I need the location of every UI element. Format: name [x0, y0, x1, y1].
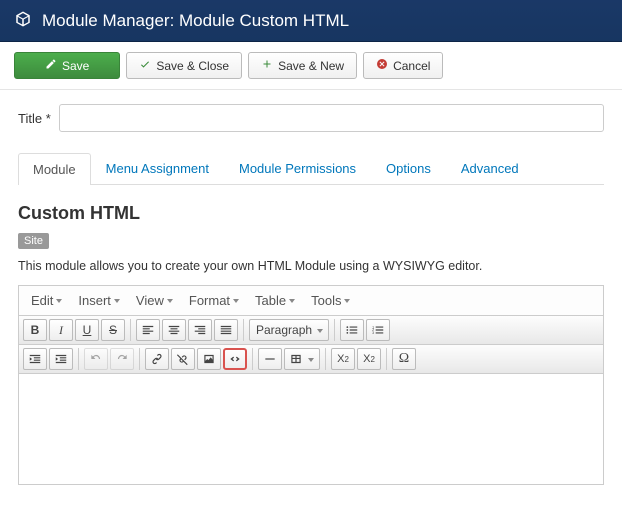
tab-module-permissions[interactable]: Module Permissions: [224, 152, 371, 184]
title-label: Title *: [18, 111, 51, 126]
toolbar: Save Save & Close Save & New Cancel: [0, 42, 622, 90]
check-icon: [139, 58, 151, 73]
section-description: This module allows you to create your ow…: [18, 259, 604, 273]
hr-button[interactable]: [258, 348, 282, 370]
editor-toolbar-row-1: B I U S Paragraph 123: [19, 316, 603, 345]
save-button[interactable]: Save: [14, 52, 120, 79]
editor-menubar: Edit Insert View Format Table Tools: [19, 286, 603, 316]
separator: [386, 348, 387, 370]
section-heading: Custom HTML: [18, 203, 604, 224]
cube-icon: [14, 10, 32, 31]
editor-textarea[interactable]: [19, 374, 603, 484]
bullet-list-button[interactable]: [340, 319, 364, 341]
caret-icon: [56, 299, 62, 303]
align-left-button[interactable]: [136, 319, 160, 341]
source-code-button[interactable]: [223, 348, 247, 370]
caret-icon: [233, 299, 239, 303]
caret-icon: [344, 299, 350, 303]
caret-icon: [317, 329, 323, 333]
menu-tools[interactable]: Tools: [303, 289, 358, 312]
site-badge: Site: [18, 233, 49, 249]
menu-insert[interactable]: Insert: [70, 289, 128, 312]
justify-button[interactable]: [214, 319, 238, 341]
editor-toolbar-row-2: X2 X2 Ω: [19, 345, 603, 374]
redo-button[interactable]: [110, 348, 134, 370]
outdent-button[interactable]: [23, 348, 47, 370]
svg-text:3: 3: [372, 331, 374, 335]
plus-icon: [261, 58, 273, 73]
separator: [252, 348, 253, 370]
undo-button[interactable]: [84, 348, 108, 370]
menu-format[interactable]: Format: [181, 289, 247, 312]
strike-button[interactable]: S: [101, 319, 125, 341]
align-right-button[interactable]: [188, 319, 212, 341]
separator: [130, 319, 131, 341]
save-new-button[interactable]: Save & New: [248, 52, 357, 79]
cancel-icon: [376, 58, 388, 73]
menu-edit[interactable]: Edit: [23, 289, 70, 312]
cancel-button[interactable]: Cancel: [363, 52, 443, 79]
indent-button[interactable]: [49, 348, 73, 370]
number-list-button[interactable]: 123: [366, 319, 390, 341]
align-center-button[interactable]: [162, 319, 186, 341]
caret-icon: [114, 299, 120, 303]
separator: [78, 348, 79, 370]
edit-icon: [45, 58, 57, 73]
unlink-button[interactable]: [171, 348, 195, 370]
save-close-button[interactable]: Save & Close: [126, 52, 242, 79]
caret-icon: [167, 299, 173, 303]
tab-module[interactable]: Module: [18, 153, 91, 185]
menu-table[interactable]: Table: [247, 289, 303, 312]
bold-button[interactable]: B: [23, 319, 47, 341]
separator: [325, 348, 326, 370]
menu-view[interactable]: View: [128, 289, 181, 312]
special-char-button[interactable]: Ω: [392, 348, 416, 370]
caret-icon: [308, 358, 314, 362]
separator: [139, 348, 140, 370]
page-header: Module Manager: Module Custom HTML: [0, 0, 622, 42]
tab-options[interactable]: Options: [371, 152, 446, 184]
paragraph-select[interactable]: Paragraph: [249, 319, 329, 341]
caret-icon: [289, 299, 295, 303]
link-button[interactable]: [145, 348, 169, 370]
separator: [243, 319, 244, 341]
image-button[interactable]: [197, 348, 221, 370]
separator: [334, 319, 335, 341]
table-button[interactable]: [284, 348, 320, 370]
tab-advanced[interactable]: Advanced: [446, 152, 534, 184]
tab-menu-assignment[interactable]: Menu Assignment: [91, 152, 224, 184]
wysiwyg-editor: Edit Insert View Format Table Tools B I …: [18, 285, 604, 485]
italic-button[interactable]: I: [49, 319, 73, 341]
superscript-button[interactable]: X2: [357, 348, 381, 370]
tabs: Module Menu Assignment Module Permission…: [18, 152, 604, 185]
title-input[interactable]: [59, 104, 604, 132]
subscript-button[interactable]: X2: [331, 348, 355, 370]
page-title: Module Manager: Module Custom HTML: [42, 11, 349, 31]
underline-button[interactable]: U: [75, 319, 99, 341]
content-area: Title * Module Menu Assignment Module Pe…: [0, 90, 622, 499]
